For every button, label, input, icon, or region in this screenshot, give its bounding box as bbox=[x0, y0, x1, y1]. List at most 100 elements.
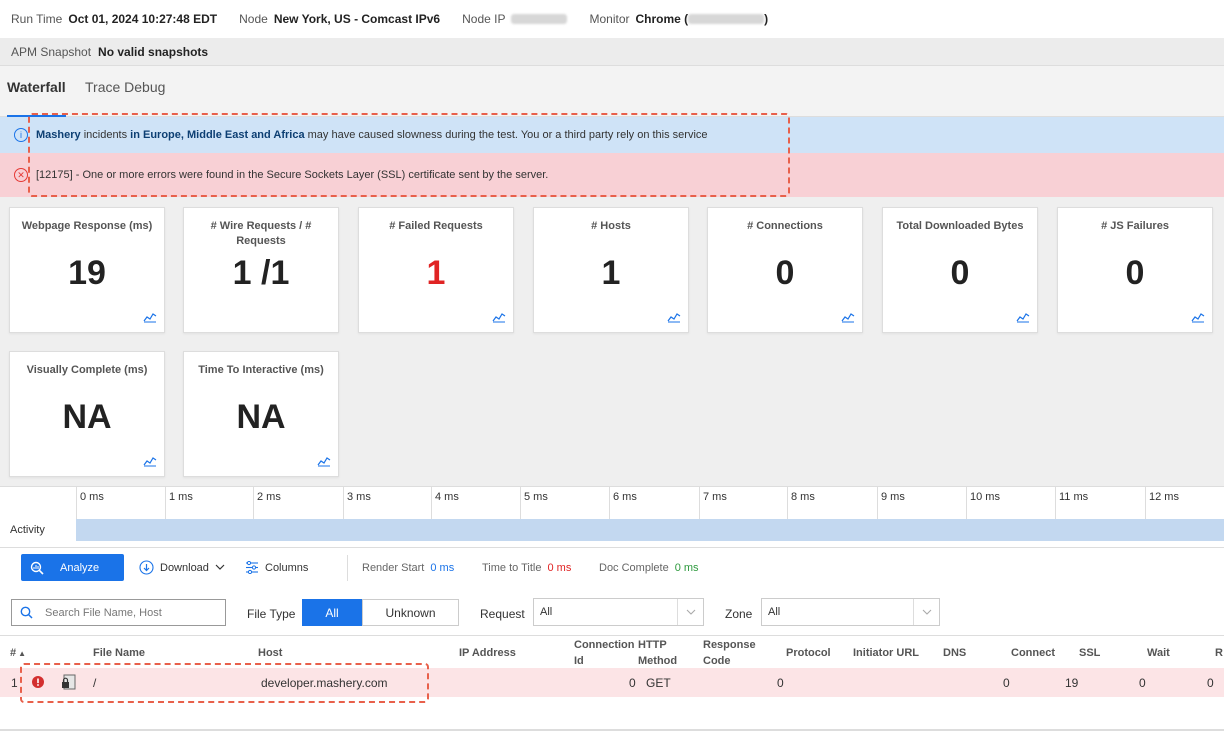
metric-card-visually-complete[interactable]: Visually Complete (ms) NA bbox=[9, 351, 165, 477]
node-label: Node bbox=[239, 12, 268, 26]
zone-select[interactable]: All bbox=[761, 598, 940, 626]
row-r: 0 bbox=[1207, 676, 1214, 690]
metric-value: 0 bbox=[1125, 254, 1145, 292]
file-type-unknown-button[interactable]: Unknown bbox=[362, 599, 459, 626]
timeline-tick: 5 ms bbox=[520, 487, 548, 519]
metric-title: # Wire Requests / # Requests bbox=[210, 220, 312, 247]
tab-trace-debug[interactable]: Trace Debug bbox=[85, 79, 165, 118]
locked-file-icon bbox=[62, 674, 76, 690]
doc-complete-value: 0 ms bbox=[674, 562, 699, 574]
column-header-dns[interactable]: DNS bbox=[943, 645, 966, 661]
metric-card-wire-requests[interactable]: # Wire Requests / # Requests 1 /1 bbox=[183, 207, 339, 333]
metric-card-webpage-response[interactable]: Webpage Response (ms) 19 bbox=[9, 207, 165, 333]
trend-chart-icon[interactable] bbox=[143, 455, 157, 467]
metric-card-connections[interactable]: # Connections 0 bbox=[707, 207, 863, 333]
trend-chart-icon[interactable] bbox=[317, 455, 331, 467]
metric-value: 1 bbox=[426, 254, 446, 292]
metric-title: # JS Failures bbox=[1101, 220, 1169, 232]
monitor-label: Monitor bbox=[589, 12, 630, 26]
metric-value: 19 bbox=[68, 254, 106, 292]
trend-chart-icon[interactable] bbox=[841, 311, 855, 323]
download-icon bbox=[139, 560, 154, 575]
timeline-tick: 10 ms bbox=[966, 487, 1000, 519]
metric-title: # Connections bbox=[747, 220, 823, 232]
trend-chart-icon[interactable] bbox=[492, 311, 506, 323]
run-time-label: Run Time bbox=[11, 12, 63, 26]
metric-value: 0 bbox=[950, 254, 970, 292]
metric-card-time-to-interactive[interactable]: Time To Interactive (ms) NA bbox=[183, 351, 339, 477]
metric-value: NA bbox=[62, 398, 112, 436]
timeline-tick: 3 ms bbox=[343, 487, 371, 519]
activity-label: Activity bbox=[10, 524, 45, 536]
trend-chart-icon[interactable] bbox=[1016, 311, 1030, 323]
row-connection-id: 0 bbox=[629, 676, 636, 690]
column-header-ip-address[interactable]: IP Address bbox=[459, 645, 516, 661]
download-button[interactable]: Download bbox=[139, 560, 225, 575]
column-header-host[interactable]: Host bbox=[258, 645, 282, 661]
timeline-tick: 4 ms bbox=[431, 487, 459, 519]
timeline-tick: 1 ms bbox=[165, 487, 193, 519]
activity-bar bbox=[76, 519, 1224, 541]
column-header-protocol[interactable]: Protocol bbox=[786, 645, 831, 661]
metric-card-downloaded-bytes[interactable]: Total Downloaded Bytes 0 bbox=[882, 207, 1038, 333]
metric-value: 0 bbox=[775, 254, 795, 292]
search-input-placeholder[interactable]: Search File Name, Host bbox=[45, 607, 162, 619]
time-to-title-value: 0 ms bbox=[547, 562, 572, 574]
column-header-http-method[interactable]: HTTP Method bbox=[638, 637, 686, 669]
error-x-icon: ✕ bbox=[14, 168, 28, 182]
trend-chart-icon[interactable] bbox=[667, 311, 681, 323]
waterfall-toolbar: Analyze Download Columns Render Start 0 m… bbox=[0, 548, 1224, 590]
row-host: developer.mashery.com bbox=[261, 676, 388, 690]
metric-card-hosts[interactable]: # Hosts 1 bbox=[533, 207, 689, 333]
column-header-number-label: # bbox=[10, 647, 17, 659]
metric-card-failed-requests[interactable]: # Failed Requests 1 bbox=[358, 207, 514, 333]
metric-card-js-failures[interactable]: # JS Failures 0 bbox=[1057, 207, 1213, 333]
column-header-wait[interactable]: Wait bbox=[1147, 645, 1170, 661]
node-ip-redacted bbox=[511, 14, 568, 24]
filter-bar: Search File Name, Host File Type All Unk… bbox=[0, 590, 1224, 636]
monitor-value-prefix: Chrome ( bbox=[635, 12, 689, 26]
column-header-number[interactable]: # ▲ bbox=[10, 645, 26, 662]
chevron-down-icon bbox=[215, 564, 225, 570]
chevron-down-icon bbox=[677, 599, 703, 625]
tab-waterfall[interactable]: Waterfall bbox=[7, 79, 66, 118]
incident-message: Mashery incidents in Europe, Middle East… bbox=[36, 129, 708, 141]
row-connect: 0 bbox=[1003, 676, 1010, 690]
request-label: Request bbox=[480, 607, 525, 621]
row-wait: 0 bbox=[1139, 676, 1146, 690]
apm-snapshot-value: No valid snapshots bbox=[98, 44, 209, 59]
analyze-icon bbox=[30, 561, 44, 575]
trend-chart-icon[interactable] bbox=[1191, 311, 1205, 323]
metric-title: Time To Interactive (ms) bbox=[198, 364, 324, 376]
column-header-ssl[interactable]: SSL bbox=[1079, 645, 1100, 661]
request-select-value: All bbox=[540, 606, 553, 618]
column-header-r[interactable]: R bbox=[1215, 645, 1223, 661]
column-header-file-name[interactable]: File Name bbox=[93, 645, 145, 661]
column-header-response-code[interactable]: Response Code bbox=[703, 637, 763, 669]
info-icon: i bbox=[14, 128, 28, 142]
file-type-all-button[interactable]: All bbox=[302, 599, 362, 626]
column-header-initiator-url[interactable]: Initiator URL bbox=[853, 645, 919, 661]
metric-value: 1 bbox=[601, 254, 621, 292]
trend-chart-icon[interactable] bbox=[143, 311, 157, 323]
request-select[interactable]: All bbox=[533, 598, 704, 626]
columns-label: Columns bbox=[265, 561, 309, 574]
timeline-tick: 7 ms bbox=[699, 487, 727, 519]
activity-timeline: 0 ms 1 ms 2 ms 3 ms 4 ms 5 ms 6 ms 7 ms … bbox=[0, 486, 1224, 548]
metric-title: Total Downloaded Bytes bbox=[896, 220, 1024, 232]
columns-button[interactable]: Columns bbox=[245, 561, 308, 574]
analyze-button[interactable]: Analyze bbox=[21, 554, 124, 581]
zone-label: Zone bbox=[725, 607, 753, 621]
row-ssl: 19 bbox=[1065, 676, 1079, 690]
table-row[interactable]: 1 / developer.mashery.com 0 GET 0 0 19 0… bbox=[0, 668, 1224, 697]
table-bottom-scrollbar[interactable] bbox=[0, 729, 1224, 731]
doc-complete-stat: Doc Complete 0 ms bbox=[599, 562, 699, 574]
apm-snapshot-bar: APM Snapshot No valid snapshots bbox=[0, 38, 1224, 66]
column-header-connection-id[interactable]: Connection Id bbox=[574, 637, 636, 669]
row-file-name: / bbox=[93, 676, 97, 690]
column-header-connect[interactable]: Connect bbox=[1011, 645, 1055, 661]
ssl-error-message: [12175] - One or more errors were found … bbox=[36, 169, 549, 181]
timeline-tick: 0 ms bbox=[76, 487, 104, 519]
requests-table-header: # ▲ File Name Host IP Address Connection … bbox=[0, 636, 1224, 668]
search-field[interactable]: Search File Name, Host bbox=[11, 599, 226, 626]
